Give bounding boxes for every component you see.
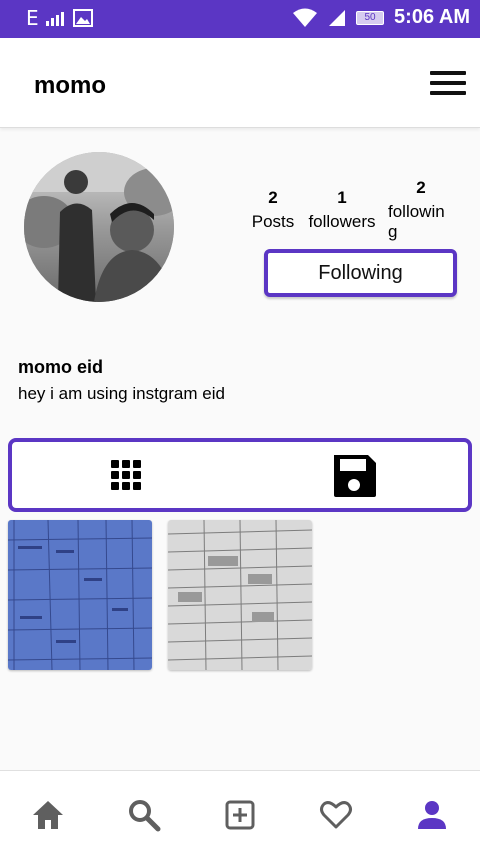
tab-grid[interactable] — [12, 442, 240, 508]
clock: 5:06 AM — [394, 6, 470, 28]
menu-line — [430, 71, 466, 75]
post-thumbnail[interactable] — [8, 520, 152, 670]
profile-bio: hey i am using instgram eid — [18, 384, 225, 403]
menu-line — [430, 91, 466, 95]
carrier-label: E — [26, 6, 39, 30]
post-image — [168, 520, 312, 670]
hamburger-menu-icon[interactable] — [428, 68, 468, 98]
avatar-photo — [24, 152, 174, 302]
nav-activity[interactable] — [316, 795, 356, 835]
menu-line — [430, 81, 466, 85]
battery-icon: 50 — [356, 10, 385, 25]
wifi-icon — [293, 8, 318, 27]
bottom-navigation — [0, 770, 480, 854]
following-count: 2 — [416, 178, 426, 197]
status-left: E — [26, 6, 93, 30]
stat-followers[interactable]: 1 followers — [304, 188, 380, 232]
status-bar: E 50 5:06 AM — [0, 0, 480, 38]
posts-label: Posts — [251, 212, 295, 231]
tab-saved[interactable] — [240, 442, 468, 508]
following-button[interactable]: Following — [264, 249, 457, 297]
stat-following[interactable]: 2 followin g — [388, 178, 454, 242]
profile-avatar[interactable] — [24, 152, 174, 302]
add-box-icon — [225, 800, 255, 830]
app-bar: momo — [0, 38, 480, 128]
followers-label: followers — [308, 212, 376, 231]
profile-name: momo eid — [18, 357, 104, 377]
profile-tabs — [8, 438, 472, 512]
search-icon — [129, 800, 161, 832]
nav-search[interactable] — [124, 795, 164, 835]
post-image — [8, 520, 152, 670]
heart-icon — [320, 801, 352, 829]
signal-strength-icon — [329, 9, 346, 26]
posts-count: 2 — [268, 188, 278, 207]
followers-count: 1 — [337, 188, 347, 207]
home-icon — [33, 801, 63, 829]
app-title: momo — [34, 72, 106, 99]
save-icon — [334, 455, 376, 497]
image-icon — [72, 9, 93, 27]
nav-add[interactable] — [220, 795, 260, 835]
grid-icon — [111, 460, 141, 490]
signal-icon — [45, 12, 64, 26]
nav-home[interactable] — [28, 795, 68, 835]
stat-posts[interactable]: 2 Posts — [248, 188, 298, 232]
person-icon — [418, 801, 446, 829]
nav-profile[interactable] — [412, 795, 452, 835]
following-label: followin g — [388, 202, 445, 241]
status-right: 50 5:06 AM — [292, 6, 470, 29]
post-thumbnail[interactable] — [168, 520, 312, 670]
